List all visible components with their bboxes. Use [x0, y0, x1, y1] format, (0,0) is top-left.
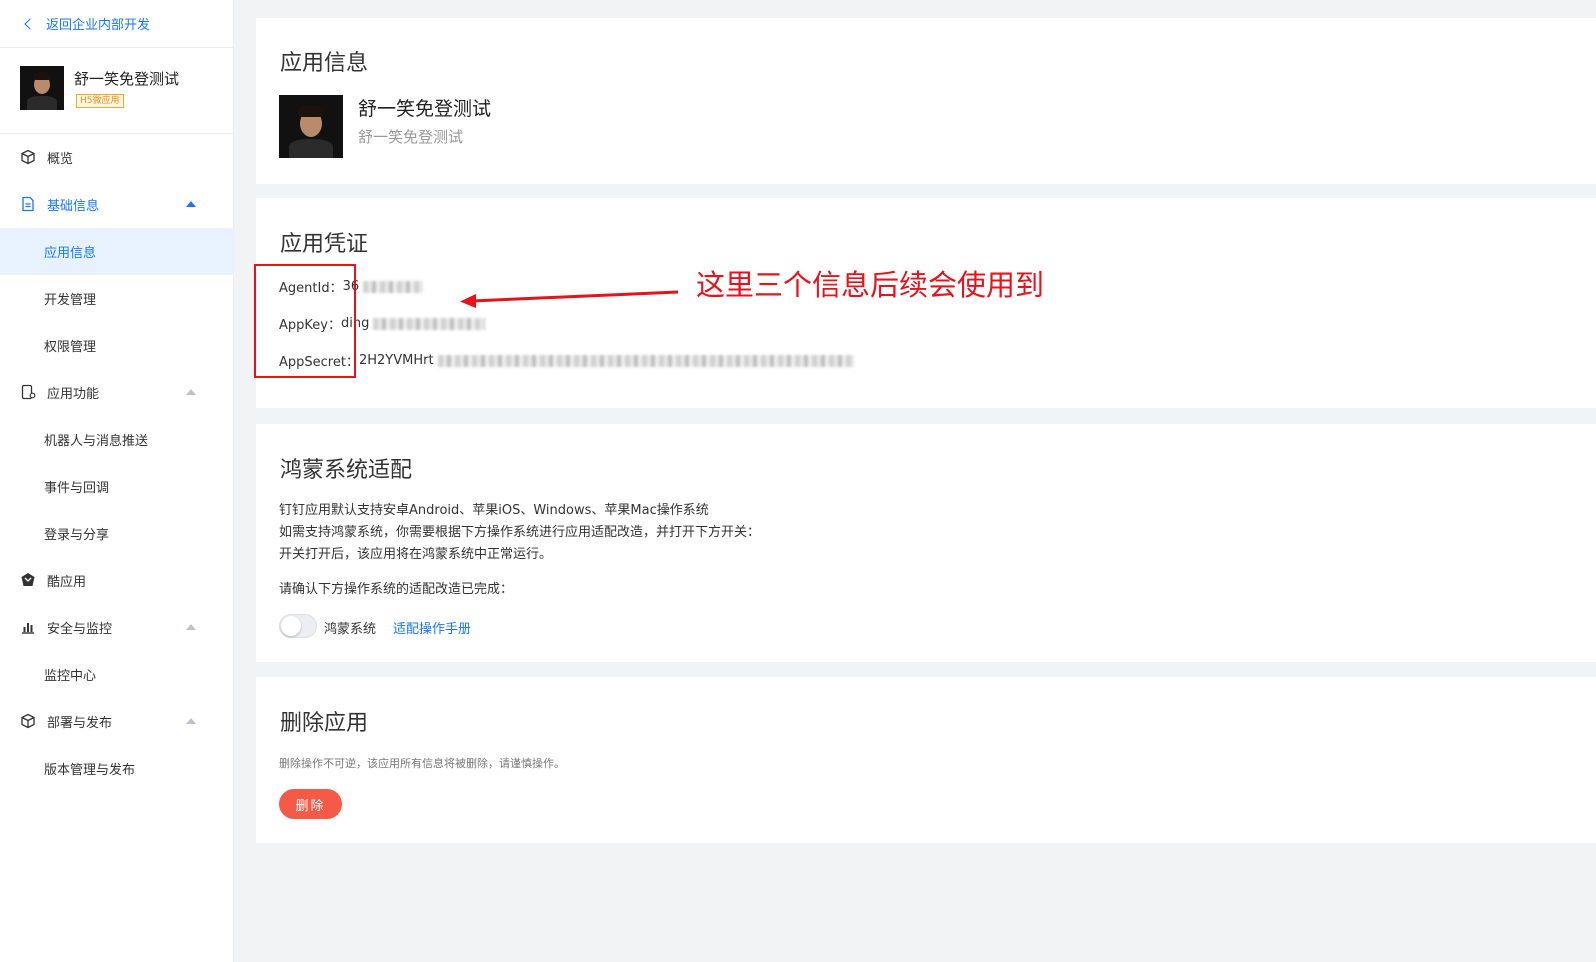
caret-up-icon [186, 201, 196, 207]
sidebar-item-label: 事件与回调 [44, 481, 110, 496]
sidebar-item-robot-messages[interactable]: 机器人与消息推送 [0, 416, 234, 463]
sidebar-item-login-share[interactable]: 登录与分享 [0, 510, 234, 557]
delete-card: 删除应用 删除操作不可逆，该应用所有信息将被删除，请谨慎操作。 删除 [256, 677, 1596, 843]
sidebar-item-basic-info[interactable]: 基础信息 [0, 181, 234, 228]
bar-chart-icon [22, 623, 34, 634]
sidebar-item-security-monitoring[interactable]: 安全与监控 [0, 604, 234, 651]
sidebar-item-events-callbacks[interactable]: 事件与回调 [0, 463, 234, 510]
sidebar-item-label: 机器人与消息推送 [44, 434, 149, 449]
caret-up-icon [186, 718, 196, 724]
app-info-desc: 舒一笑免登测试 [358, 128, 464, 146]
cube-icon [21, 149, 35, 165]
annotation-text: 这里三个信息后续会使用到 [696, 268, 1045, 302]
annotation-highlight-box [254, 264, 356, 378]
sidebar-item-cool-app[interactable]: 酷应用 [0, 557, 234, 604]
back-link-label: 返回企业内部开发 [46, 18, 151, 33]
caret-up-icon [186, 389, 196, 395]
sidebar-item-label: 部署与发布 [47, 716, 113, 731]
sidebar-item-dev-management[interactable]: 开发管理 [0, 275, 234, 322]
sidebar-item-label: 版本管理与发布 [44, 763, 136, 778]
cool-app-icon [21, 573, 35, 586]
app-header: 舒一笑免登测试 H5微应用 [0, 48, 234, 134]
cube-icon [21, 713, 35, 729]
app-secret-value: 2H2YVMHrt [358, 353, 434, 368]
app-info-name: 舒一笑免登测试 [358, 98, 492, 120]
sidebar-item-deploy-publish[interactable]: 部署与发布 [0, 698, 234, 745]
app-avatar [20, 66, 64, 110]
sidebar-item-label: 安全与监控 [47, 622, 113, 637]
sidebar-item-label: 登录与分享 [44, 528, 110, 543]
delete-title: 删除应用 [280, 711, 369, 736]
harmony-card: 鸿蒙系统适配 钉钉应用默认支持安卓Android、苹果iOS、Windows、苹… [256, 424, 1596, 662]
credentials-title: 应用凭证 [280, 232, 369, 257]
app-info-card: 应用信息 舒一笑免登测试 舒一笑免登测试 [256, 18, 1596, 184]
redacted-blur [373, 317, 486, 330]
delete-button[interactable]: 删除 [279, 789, 342, 819]
sidebar-item-version-management[interactable]: 版本管理与发布 [0, 745, 234, 792]
harmony-title: 鸿蒙系统适配 [280, 458, 413, 483]
sidebar: 返回企业内部开发 舒一笑免登测试 H5微应用 概览 基础信息 应用信息 开发管理… [0, 0, 234, 962]
adapt-manual-link[interactable]: 适配操作手册 [393, 618, 471, 637]
document-icon [22, 196, 34, 212]
harmony-confirm: 请确认下方操作系统的适配改造已完成： [279, 582, 514, 597]
sidebar-item-label: 监控中心 [44, 669, 97, 684]
app-type-badge: H5微应用 [76, 94, 124, 108]
sidebar-item-overview[interactable]: 概览 [0, 134, 234, 181]
sidebar-item-label: 概览 [47, 152, 74, 167]
app-name: 舒一笑免登测试 [74, 70, 180, 88]
harmony-line-1: 钉钉应用默认支持安卓Android、苹果iOS、Windows、苹果Mac操作系… [279, 503, 709, 518]
sidebar-item-app-features[interactable]: 应用功能 [0, 369, 234, 416]
app-info-title: 应用信息 [280, 51, 369, 76]
annotation-arrow-icon [460, 290, 679, 308]
caret-up-icon [186, 624, 196, 630]
delete-desc: 删除操作不可逆，该应用所有信息将被删除，请谨慎操作。 [279, 757, 565, 770]
harmony-line-2: 如需支持鸿蒙系统，你需要根据下方操作系统进行应用适配改造，并打开下方开关： [279, 525, 761, 540]
app-secret-row: AppSecret： 2H2YVMHrt [279, 351, 854, 370]
app-avatar-large [279, 95, 343, 158]
sidebar-item-label: 应用功能 [47, 387, 100, 402]
redacted-blur [363, 280, 424, 293]
sidebar-item-label: 酷应用 [47, 575, 87, 590]
toggle-knob [281, 616, 301, 636]
harmony-toggle-label: 鸿蒙系统 [324, 622, 377, 637]
sidebar-item-label: 权限管理 [44, 340, 97, 355]
redacted-blur [437, 354, 854, 367]
sidebar-item-label: 基础信息 [47, 199, 100, 214]
harmony-line-3: 开关打开后，该应用将在鸿蒙系统中正常运行。 [279, 547, 553, 562]
sidebar-item-app-info[interactable]: 应用信息 [0, 228, 234, 275]
harmony-toggle[interactable] [279, 614, 317, 638]
sidebar-item-monitoring-center[interactable]: 监控中心 [0, 651, 234, 698]
chevron-left-icon [24, 17, 36, 30]
sidebar-item-label: 应用信息 [44, 246, 97, 261]
back-link[interactable]: 返回企业内部开发 [0, 0, 234, 48]
sidebar-nav: 概览 基础信息 应用信息 开发管理 权限管理 应用功能 机器人与消息推送 事件与… [0, 134, 234, 792]
sidebar-item-label: 开发管理 [44, 293, 97, 308]
sidebar-item-permission-management[interactable]: 权限管理 [0, 322, 234, 369]
phone-settings-icon [21, 384, 36, 400]
